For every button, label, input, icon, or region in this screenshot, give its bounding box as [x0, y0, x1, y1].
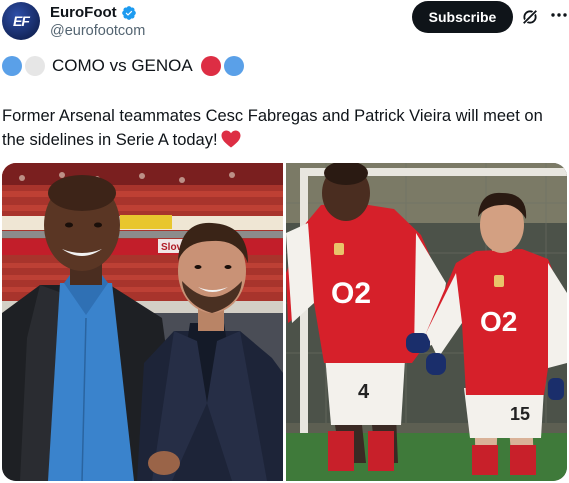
author-name-row: EuroFoot	[50, 4, 137, 21]
shirt-number-right: 15	[510, 404, 530, 424]
white-circle-emoji	[25, 56, 45, 76]
red-circle-emoji	[200, 56, 221, 76]
more-options-icon[interactable]	[549, 5, 569, 25]
sponsor-logo-right: O2	[480, 306, 517, 337]
display-name[interactable]: EuroFoot	[50, 4, 117, 21]
avatar-logo-text: EF	[13, 13, 30, 29]
shirt-number-left: 4	[358, 381, 370, 403]
subscribe-button[interactable]: Subscribe	[412, 1, 513, 33]
grok-icon[interactable]	[521, 8, 539, 26]
user-handle[interactable]: @eurofootcom	[50, 23, 145, 39]
avatar[interactable]: EF	[2, 2, 40, 40]
blue-circle-emoji	[2, 56, 22, 76]
red-heart-emoji	[221, 130, 241, 148]
tweet-text: Former Arsenal teammates Cesc Fabregas a…	[2, 104, 569, 152]
blue-circle-emoji	[223, 56, 244, 76]
match-title: COMO vs GENOA	[52, 56, 193, 75]
tweet-media[interactable]: Slovenia	[2, 163, 567, 481]
sponsor-logo-left: O2	[331, 277, 371, 310]
verified-badge-icon	[121, 5, 136, 20]
photo-arsenal-players[interactable]: 4 O2 15 O2	[286, 163, 567, 481]
tweet-text-content: Former Arsenal teammates Cesc Fabregas a…	[2, 107, 543, 149]
photo-vieira-fabregas[interactable]: Slovenia	[2, 163, 283, 481]
match-line: COMO vs GENOA	[2, 56, 244, 76]
